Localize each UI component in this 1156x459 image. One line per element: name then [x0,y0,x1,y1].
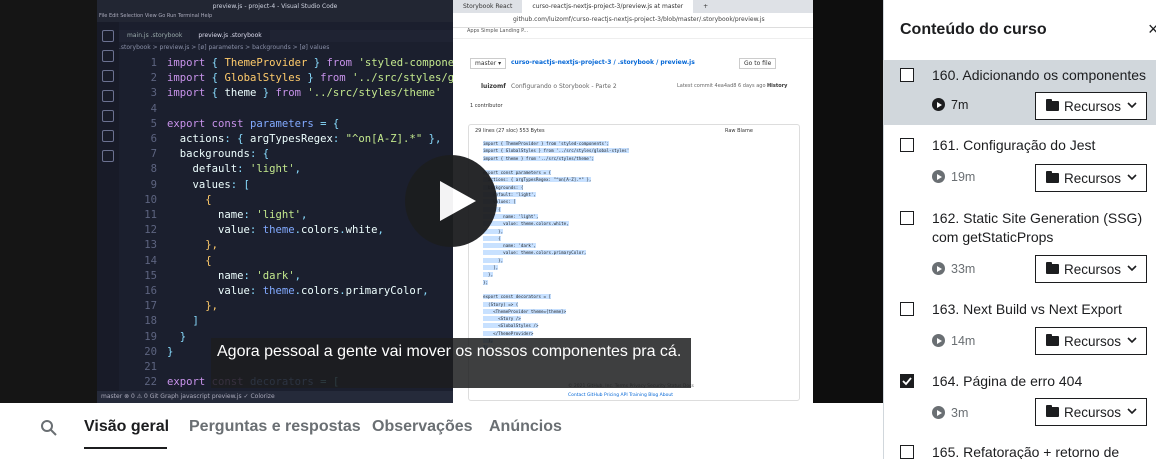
resources-button[interactable]: Recursos [1035,255,1147,283]
resources-label: Recursos [1064,262,1122,277]
vscode-breadcrumb: .storybook > preview.js > [ø] parameters… [119,44,330,51]
chevron-down-icon [1127,265,1137,272]
play-icon [440,181,476,221]
gh-commit-msg: Configurando o Storybook - Parte 2 [511,83,617,90]
play-circle-icon [932,262,945,275]
lecture-duration: 7m [932,98,968,112]
tab-qa[interactable]: Perguntas e respostas [189,418,361,436]
lecture-title: 160. Adicionando os componentes [932,67,1147,83]
lecture-item[interactable]: 165. Refatoração + retorno de [884,432,1156,459]
vscode-menu: File Edit Selection View Go Run Terminal… [97,13,453,22]
lecture-item[interactable]: 162. Static Site Generation (SSG) com ge… [884,198,1156,288]
video-letterbox-left [0,0,97,403]
video-letterbox-right [813,0,883,403]
gh-raw: Raw Blame [725,128,753,134]
resources-button[interactable]: Recursos [1035,92,1147,120]
duration-text: 7m [951,98,969,112]
browser-bookmarks: Apps Simple Landing P... [453,28,813,39]
gh-fileinfo: 29 lines (27 sloc) 553 Bytes [475,128,545,134]
lecture-duration: 14m [932,334,975,348]
vscode-activity-bar [97,22,119,391]
duration-text: 3m [951,406,969,420]
lecture-checkbox[interactable] [900,68,914,82]
lecture-checkbox-checked[interactable] [900,374,914,388]
course-tabs: Visão geral Perguntas e respostas Observ… [0,403,883,459]
tab-overview[interactable]: Visão geral [84,418,169,436]
browser-new-tab: + [703,3,709,10]
browser-tab: Storybook React [463,3,513,10]
vscode-tab-active: preview.js .storybook [190,30,270,42]
duration-text: 33m [951,262,976,276]
vscode-tab: main.js .storybook [127,32,183,39]
gh-footer-links: Contact GitHub Pricing API Training Blog… [568,393,673,398]
lecture-title: 165. Refatoração + retorno de [932,444,1120,459]
lecture-item[interactable]: 161. Configuração do Jest 19m Recursos [884,125,1156,198]
lecture-checkbox[interactable] [900,302,914,316]
lecture-item[interactable]: 160. Adicionando os componentes 7m Recur… [884,61,1156,125]
lecture-checkbox[interactable] [900,138,914,152]
sidebar-title: Conteúdo do curso [900,21,1047,38]
close-icon[interactable]: × [1148,19,1156,40]
tab-notes[interactable]: Observações [372,418,473,436]
lecture-title: 161. Configuração do Jest [932,137,1096,153]
play-circle-icon [932,406,945,419]
resources-label: Recursos [1064,405,1122,420]
play-circle-icon [932,98,945,111]
gh-latest: Latest commit 4ea4ad8 6 days ago [677,83,766,89]
lecture-duration: 3m [932,406,968,420]
resources-label: Recursos [1064,171,1122,186]
lecture-checkbox[interactable] [900,445,914,459]
lecture-duration: 33m [932,262,975,276]
chevron-down-icon [1127,408,1137,415]
lecture-title: 164. Página de erro 404 [932,373,1083,389]
video-caption: Agora pessoal a gente vai mover os nosso… [211,338,691,388]
gh-history: History [767,83,788,89]
course-content-sidebar: Conteúdo do curso × 160. Adicionando os … [883,0,1156,459]
resources-label: Recursos [1064,334,1122,349]
folder-icon [1046,405,1059,417]
lecture-duration: 19m [932,170,975,184]
resources-label: Recursos [1064,99,1122,114]
vscode-tabs: main.js .storybook preview.js .storybook [119,30,453,42]
sidebar-header: Conteúdo do curso × [884,0,1156,61]
play-button[interactable] [405,155,497,247]
gh-contrib: 1 contributor [470,103,503,109]
vscode-title: preview.js - project-4 - Visual Studio C… [97,0,453,13]
chevron-down-icon [1127,174,1137,181]
duration-text: 14m [951,334,976,348]
lecture-title: 162. Static Site Generation (SSG) com ge… [932,210,1143,245]
gh-goto: Go to file [739,58,777,69]
gh-path: curso-reactjs-nextjs-project-3 / .storyb… [511,59,695,66]
resources-button[interactable]: Recursos [1035,398,1147,426]
folder-icon [1046,99,1059,111]
video-player[interactable]: preview.js - project-4 - Visual Studio C… [0,0,883,403]
play-circle-icon [932,170,945,183]
gh-commit-user: luizomf [481,83,506,90]
resources-button[interactable]: Recursos [1035,164,1147,192]
gh-branch: master ▾ [470,58,507,69]
chevron-down-icon [1127,102,1137,109]
lecture-item[interactable]: 163. Next Build vs Next Export 14m Recur… [884,288,1156,360]
lecture-item[interactable]: 164. Página de erro 404 3m Recursos [884,360,1156,432]
resources-button[interactable]: Recursos [1035,327,1147,355]
tab-announcements[interactable]: Anúncios [489,418,562,436]
browser-url: github.com/luizomf/curso-reactjs-nextjs-… [453,13,813,28]
folder-icon [1046,334,1059,346]
browser-tabs: Storybook React curso-reactjs-nextjs-proj… [453,0,813,13]
active-tab-indicator [84,447,167,449]
folder-icon [1046,262,1059,274]
chevron-down-icon [1127,337,1137,344]
play-circle-icon [932,334,945,347]
vscode-statusbar: master ⊗ 0 ⚠ 0 Git Graph javascript prev… [97,391,453,403]
search-icon[interactable] [40,419,58,437]
lecture-title: 163. Next Build vs Next Export [932,301,1122,317]
checkmark-icon [902,377,912,386]
folder-icon [1046,171,1059,183]
lecture-checkbox[interactable] [900,211,914,225]
duration-text: 19m [951,170,976,184]
browser-tab-active: curso-reactjs-nextjs-project-3/preview.j… [522,0,694,13]
gh-code: import { ThemeProvider } from 'styled-co… [483,140,783,352]
